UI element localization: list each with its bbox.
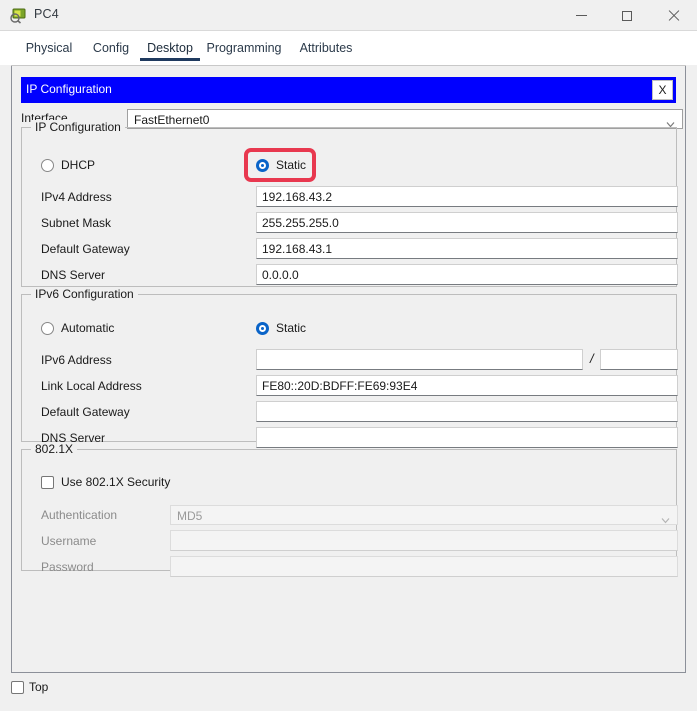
- static-ipv6-label: Static: [276, 321, 306, 335]
- subnet-mask-label: Subnet Mask: [41, 216, 111, 230]
- dhcp-label: DHCP: [61, 158, 95, 172]
- tab-physical[interactable]: Physical: [16, 31, 82, 65]
- password-input[interactable]: [170, 556, 678, 577]
- ipv6-prefix-input[interactable]: [600, 349, 678, 370]
- ipv4-address-label: IPv4 Address: [41, 190, 112, 204]
- maximize-icon: [622, 11, 632, 21]
- ipv4-dns-server-input[interactable]: 0.0.0.0: [256, 264, 678, 285]
- maximize-button[interactable]: [604, 0, 650, 31]
- interface-value: FastEthernet0: [134, 113, 209, 127]
- ipv6-configuration-group: IPv6 Configuration Automatic Static IPv6…: [21, 294, 677, 442]
- desktop-content-panel: IP Configuration X Interface FastEtherne…: [11, 66, 686, 673]
- link-local-address-label: Link Local Address: [41, 379, 142, 393]
- ipv6-address-label: IPv6 Address: [41, 353, 112, 367]
- tab-attributes[interactable]: Attributes: [288, 31, 364, 65]
- ipv4-dns-server-value: 0.0.0.0: [262, 268, 299, 282]
- static-ipv4-radio[interactable]: [256, 159, 269, 172]
- authentication-select[interactable]: MD5: [170, 505, 678, 525]
- username-input[interactable]: [170, 530, 678, 551]
- link-local-address-input[interactable]: FE80::20D:BDFF:FE69:93E4: [256, 375, 678, 396]
- tab-config[interactable]: Config: [82, 31, 140, 65]
- tab-programming[interactable]: Programming: [200, 31, 288, 65]
- password-label: Password: [41, 560, 94, 574]
- username-label: Username: [41, 534, 96, 548]
- ip-configuration-close-button[interactable]: X: [652, 80, 673, 100]
- tab-desktop[interactable]: Desktop: [140, 31, 200, 65]
- ipv4-default-gateway-label: Default Gateway: [41, 242, 130, 256]
- dot1x-group-legend: 802.1X: [31, 442, 77, 456]
- tab-physical-label: Physical: [26, 41, 73, 55]
- ipv6-address-input[interactable]: [256, 349, 583, 370]
- ipv6-group-legend: IPv6 Configuration: [31, 287, 138, 301]
- minimize-icon: [576, 15, 587, 16]
- pc-device-icon: [10, 7, 27, 24]
- close-icon: [668, 10, 679, 21]
- window-title: PC4: [34, 7, 59, 21]
- automatic-radio[interactable]: [41, 322, 54, 335]
- tab-attributes-label: Attributes: [300, 41, 353, 55]
- window-titlebar: PC4: [0, 0, 697, 31]
- chevron-down-icon: [666, 116, 675, 125]
- subnet-mask-input[interactable]: 255.255.255.0: [256, 212, 678, 233]
- ip-configuration-title: IP Configuration: [26, 82, 112, 96]
- ipv4-address-input[interactable]: 192.168.43.2: [256, 186, 678, 207]
- authentication-value: MD5: [177, 509, 202, 523]
- static-ipv6-radio[interactable]: [256, 322, 269, 335]
- tab-config-label: Config: [93, 41, 129, 55]
- close-button[interactable]: [650, 0, 696, 31]
- static-ipv4-radio-dot: [261, 164, 264, 167]
- dhcp-radio[interactable]: [41, 159, 54, 172]
- ipv4-configuration-group: IP Configuration DHCP Static IPv4 Addres…: [21, 127, 677, 287]
- tab-bar: Physical Config Desktop Programming Attr…: [0, 31, 697, 65]
- subnet-mask-value: 255.255.255.0: [262, 216, 339, 230]
- static-ipv6-radio-dot: [261, 327, 264, 330]
- link-local-address-value: FE80::20D:BDFF:FE69:93E4: [262, 379, 417, 393]
- automatic-label: Automatic: [61, 321, 114, 335]
- dot1x-group: 802.1X Use 802.1X Security Authenticatio…: [21, 449, 677, 571]
- ipv4-dns-server-label: DNS Server: [41, 268, 105, 282]
- ipv4-default-gateway-value: 192.168.43.1: [262, 242, 332, 256]
- tab-programming-label: Programming: [206, 41, 281, 55]
- chevron-down-icon: [661, 512, 670, 521]
- use-dot1x-security-checkbox[interactable]: [41, 476, 54, 489]
- use-dot1x-security-label: Use 802.1X Security: [61, 475, 170, 489]
- top-checkbox[interactable]: [11, 681, 24, 694]
- top-label: Top: [29, 680, 48, 694]
- ipv4-group-legend: IP Configuration: [31, 120, 125, 134]
- ipv6-dns-server-input[interactable]: [256, 427, 678, 448]
- minimize-button[interactable]: [558, 0, 604, 31]
- ipv6-default-gateway-input[interactable]: [256, 401, 678, 422]
- ipv6-prefix-separator: /: [590, 351, 594, 366]
- interface-select[interactable]: FastEthernet0: [127, 109, 683, 129]
- pc-configuration-window: PC4 Physical Config Desktop Programming …: [0, 0, 697, 711]
- authentication-label: Authentication: [41, 508, 117, 522]
- ipv4-address-value: 192.168.43.2: [262, 190, 332, 204]
- ipv6-default-gateway-label: Default Gateway: [41, 405, 130, 419]
- ipv4-default-gateway-input[interactable]: 192.168.43.1: [256, 238, 678, 259]
- static-ipv4-label: Static: [276, 158, 306, 172]
- ip-configuration-header: IP Configuration X: [21, 77, 676, 103]
- tab-desktop-label: Desktop: [147, 41, 193, 55]
